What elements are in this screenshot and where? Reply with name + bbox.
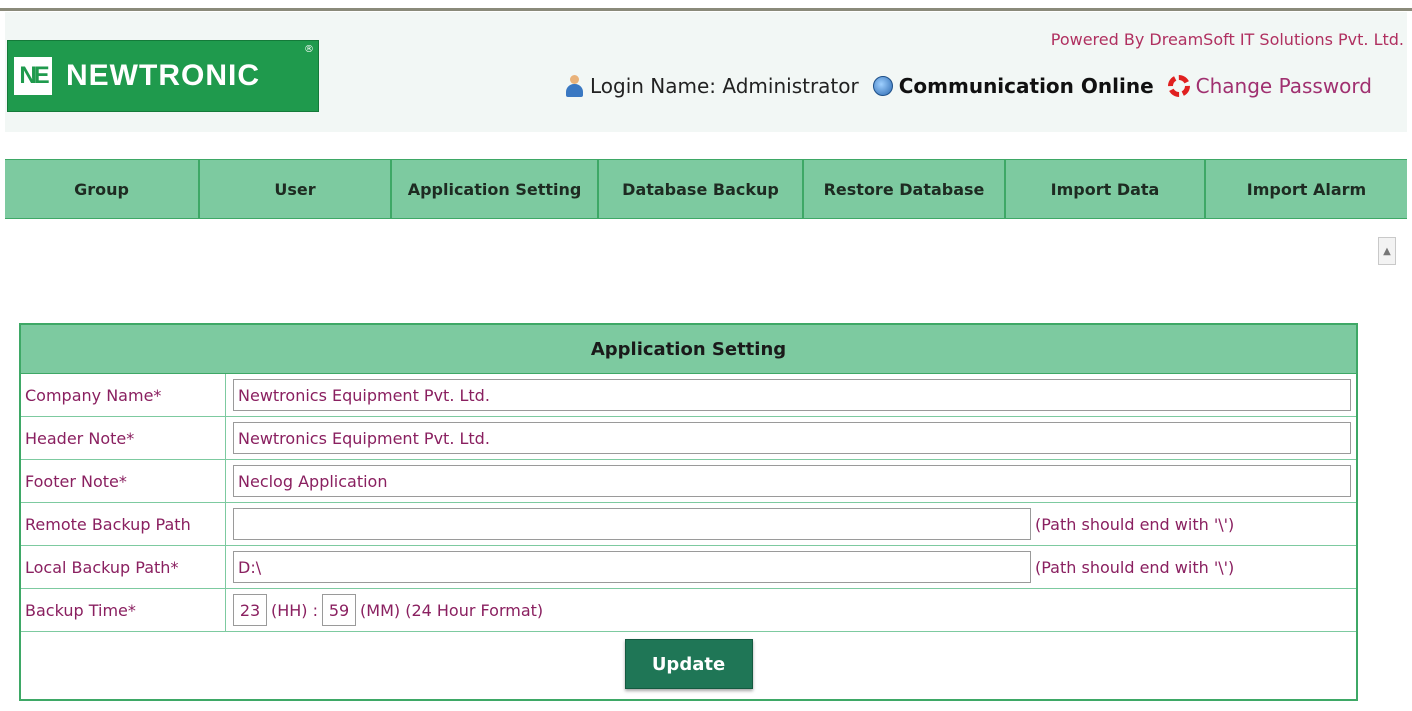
- footer-note-row: Footer Note*: [21, 460, 1356, 503]
- update-button[interactable]: Update: [624, 639, 753, 689]
- button-row: Update: [21, 632, 1356, 696]
- remote-backup-path-row: Remote Backup Path (Path should end with…: [21, 503, 1356, 546]
- application-setting-panel: Application Setting Company Name* Header…: [19, 323, 1358, 701]
- backup-minute-input[interactable]: [322, 594, 357, 626]
- logo-mark: NE: [14, 57, 52, 95]
- header-note-label: Header Note*: [21, 417, 226, 459]
- user-status-bar: Login Name: Administrator Communication …: [564, 74, 1372, 98]
- nav-item-import-data[interactable]: Import Data: [1006, 160, 1206, 218]
- local-backup-path-hint: (Path should end with '\'): [1035, 557, 1235, 577]
- user-icon: [564, 74, 584, 98]
- scroll-up-button[interactable]: ▲: [1378, 237, 1396, 265]
- login-name-label: Login Name: Administrator: [589, 74, 859, 98]
- top-border: [0, 8, 1412, 11]
- nav-item-application-setting[interactable]: Application Setting: [392, 160, 599, 218]
- logo-text: NEWTRONIC: [66, 59, 260, 92]
- logo-registered-mark: ®: [304, 44, 314, 55]
- main-nav: Group User Application Setting Database …: [5, 159, 1407, 219]
- backup-hour-input[interactable]: [233, 594, 267, 626]
- remote-backup-path-input[interactable]: [233, 508, 1031, 540]
- header-note-input[interactable]: [233, 422, 1351, 454]
- hour-unit-label: (HH) :: [271, 600, 319, 620]
- change-password-link[interactable]: Change Password: [1196, 74, 1372, 98]
- local-backup-path-label: Local Backup Path*: [21, 546, 226, 588]
- backup-time-label: Backup Time*: [21, 589, 226, 631]
- company-name-row: Company Name*: [21, 374, 1356, 417]
- nav-item-database-backup[interactable]: Database Backup: [599, 160, 804, 218]
- footer-note-label: Footer Note*: [21, 460, 226, 502]
- nav-item-group[interactable]: Group: [5, 160, 200, 218]
- powered-by-text: Powered By DreamSoft IT Solutions Pvt. L…: [1050, 30, 1404, 49]
- nav-item-user[interactable]: User: [200, 160, 392, 218]
- local-backup-path-row: Local Backup Path* (Path should end with…: [21, 546, 1356, 589]
- local-backup-path-input[interactable]: [233, 551, 1031, 583]
- company-name-input[interactable]: [233, 379, 1351, 411]
- lifebuoy-icon[interactable]: [1167, 75, 1190, 97]
- remote-backup-path-hint: (Path should end with '\'): [1035, 514, 1235, 534]
- panel-title: Application Setting: [21, 325, 1356, 374]
- header-note-row: Header Note*: [21, 417, 1356, 460]
- footer-note-input[interactable]: [233, 465, 1351, 497]
- nav-item-restore-database[interactable]: Restore Database: [804, 160, 1006, 218]
- company-name-label: Company Name*: [21, 374, 226, 416]
- remote-backup-path-label: Remote Backup Path: [21, 503, 226, 545]
- logo: NE NEWTRONIC ®: [7, 40, 319, 112]
- minute-unit-label: (MM) (24 Hour Format): [360, 600, 544, 620]
- backup-time-row: Backup Time* (HH) : (MM) (24 Hour Format…: [21, 589, 1356, 632]
- nav-item-import-alarm[interactable]: Import Alarm: [1206, 160, 1407, 218]
- communication-status: Communication Online: [898, 74, 1154, 98]
- globe-icon: [872, 76, 893, 96]
